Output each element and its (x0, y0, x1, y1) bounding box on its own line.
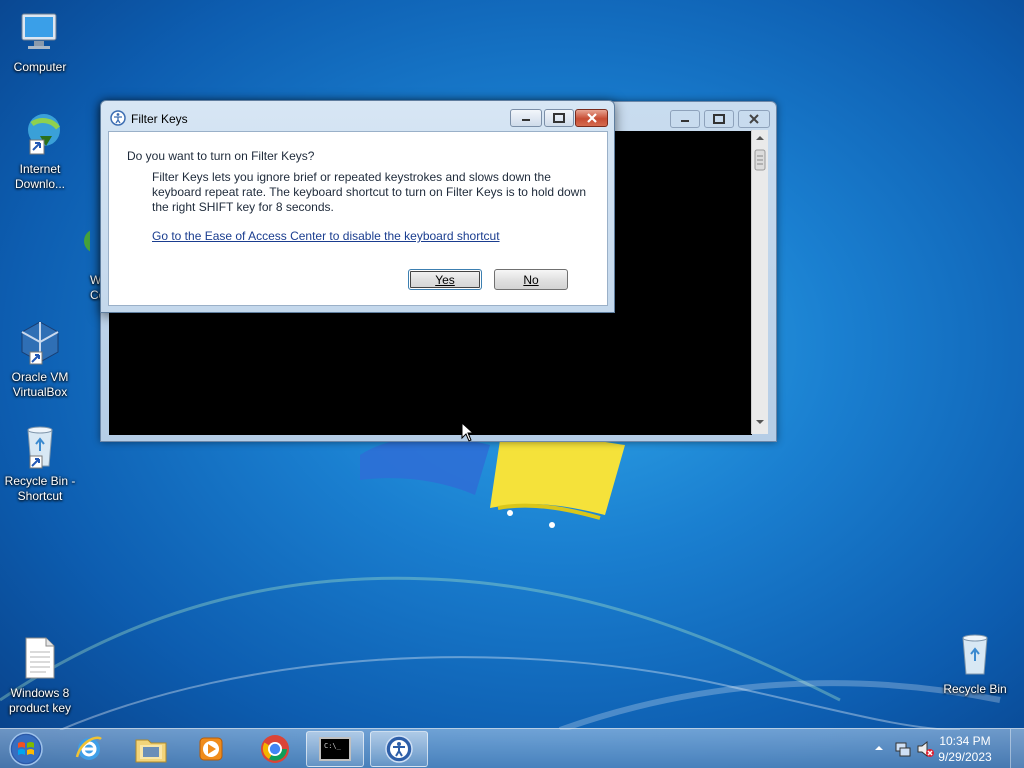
text-document-icon (16, 634, 64, 682)
windows-start-orb-icon (9, 732, 43, 766)
desk-icon-label: Internet Downlo... (14, 162, 66, 191)
dialog-question: Do you want to turn on Filter Keys? (127, 149, 315, 163)
desk-icon-label: Oracle VM VirtualBox (11, 370, 69, 399)
start-button[interactable] (4, 731, 48, 767)
dialog-maximize-button[interactable] (544, 109, 574, 127)
dialog-content: Do you want to turn on Filter Keys? Filt… (108, 131, 608, 306)
ease-of-access-icon (110, 110, 126, 126)
desk-icon-recycle-bin-shortcut[interactable]: Recycle Bin - Shortcut (0, 422, 80, 504)
desk-icon-computer[interactable]: Computer (0, 8, 80, 75)
taskbar-chrome[interactable] (246, 731, 304, 767)
desk-icon-label: Computer (13, 60, 67, 74)
no-button-label: No (523, 272, 539, 287)
ease-of-access-center-link[interactable]: Go to the Ease of Access Center to disab… (152, 229, 500, 243)
internet-download-manager-icon (16, 110, 64, 158)
desk-icon-virtualbox[interactable]: Oracle VM VirtualBox (0, 318, 80, 400)
dialog-minimize-button[interactable] (510, 109, 542, 127)
dialog-title: Filter Keys (131, 112, 188, 126)
yes-button-label: Yes (435, 272, 455, 287)
taskbar-windows-explorer[interactable] (122, 731, 180, 767)
desk-icon-windows8-key[interactable]: Windows 8 product key (0, 634, 80, 716)
close-icon (586, 113, 597, 123)
internet-explorer-icon (75, 736, 102, 760)
clock-time[interactable]: 10:34 PM (930, 734, 1000, 748)
filter-keys-dialog[interactable]: Filter Keys Do you want to turn on Filte… (100, 100, 615, 313)
minimize-icon (681, 120, 689, 122)
recycle-bin-icon (16, 422, 64, 470)
chrome-icon (261, 735, 289, 763)
svg-text:C:\_: C:\_ (324, 742, 342, 750)
dialog-close-button[interactable] (575, 109, 608, 127)
taskbar: C:\_ 10:34 PM 9/29/2023 (0, 728, 1024, 768)
taskbar-internet-explorer[interactable] (60, 731, 118, 767)
clock-date[interactable]: 9/29/2023 (930, 750, 1000, 764)
taskbar-command-prompt[interactable]: C:\_ (306, 731, 364, 767)
command-prompt-icon: C:\_ (319, 737, 351, 761)
desk-icon-label: Windows 8 product key (8, 686, 72, 715)
scrollbar-arrows (754, 136, 766, 424)
windows-explorer-icon (135, 739, 167, 763)
desk-icon-internet-download[interactable]: Internet Downlo... (0, 110, 80, 192)
system-tray: 10:34 PM 9/29/2023 (864, 729, 1024, 768)
yes-button[interactable]: Yes (408, 269, 482, 290)
no-button[interactable]: No (494, 269, 568, 290)
wallpaper-swoosh (0, 576, 1001, 730)
ease-of-access-icon (385, 735, 413, 763)
network-icon[interactable] (894, 740, 912, 758)
maximize-icon (713, 114, 725, 124)
virtualbox-icon (16, 318, 64, 366)
maximize-icon (553, 113, 565, 123)
console-scrollbar[interactable] (751, 130, 768, 434)
taskbar-ease-of-access[interactable] (370, 731, 428, 767)
console-minimize-button[interactable] (670, 110, 700, 128)
show-hidden-icons-icon[interactable] (874, 743, 884, 753)
desk-icon-label: Recycle Bin (943, 682, 1007, 696)
computer-icon (16, 8, 64, 56)
show-desktop-button[interactable] (1010, 729, 1024, 768)
mouse-cursor-icon (461, 422, 475, 442)
minimize-icon (522, 119, 530, 121)
desk-icon-label: Recycle Bin - Shortcut (4, 474, 76, 503)
media-player-icon (199, 737, 223, 761)
recycle-bin-icon (951, 630, 999, 678)
partial-icon (60, 225, 108, 273)
console-close-button[interactable] (738, 110, 770, 128)
console-maximize-button[interactable] (704, 110, 734, 128)
desk-icon-recycle-bin[interactable]: Recycle Bin (935, 630, 1015, 697)
close-icon (749, 114, 759, 124)
dialog-description: Filter Keys lets you ignore brief or rep… (152, 170, 587, 214)
taskbar-media-player[interactable] (182, 731, 240, 767)
